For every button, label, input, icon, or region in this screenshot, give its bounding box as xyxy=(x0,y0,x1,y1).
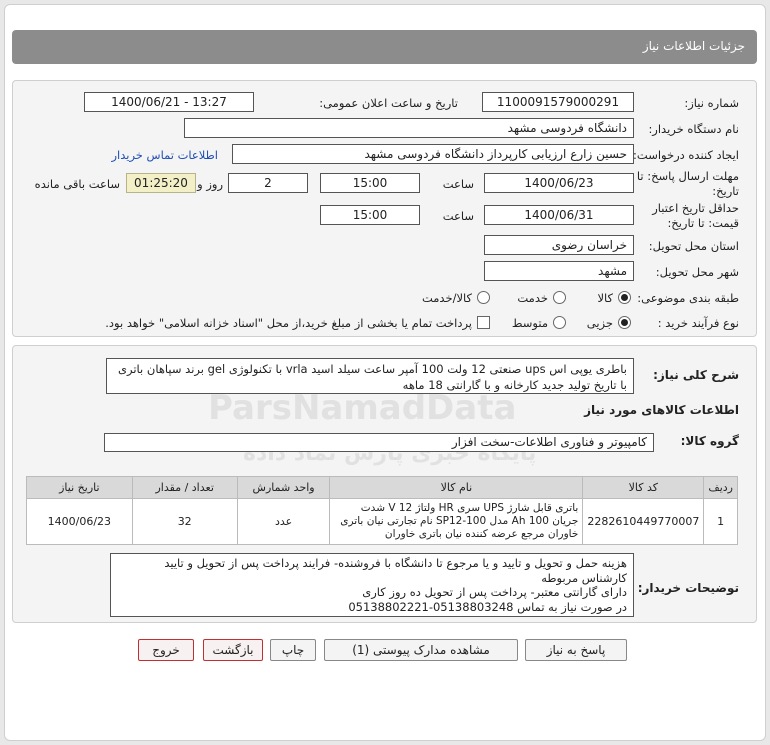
col-header-row-number: ردیف xyxy=(703,476,738,499)
days-field: 2 xyxy=(228,173,308,193)
col-header-code: کد کالا xyxy=(582,476,705,499)
col-header-quantity: تعداد / مقدار xyxy=(131,476,238,499)
summary-label: شرح کلی نیاز: xyxy=(653,368,739,382)
process-radio-medium[interactable] xyxy=(553,316,566,329)
category-option-goods: کالا xyxy=(597,291,613,305)
validity-time-field: 15:00 xyxy=(320,205,420,225)
need-number-field: 1100091579000291 xyxy=(482,92,634,112)
delivery-city-field: مشهد xyxy=(484,261,634,281)
summary-field: باطری یوپی اس ups صنعتی 12 ولت 100 آمپر … xyxy=(106,358,634,394)
cell-row-number: 1 xyxy=(703,498,738,545)
details-panel: شماره نیاز: 1100091579000291 تاریخ و ساع… xyxy=(12,80,757,337)
buyer-notes-field: هزینه حمل و تحویل و تایید و یا مرجوع تا … xyxy=(110,553,634,617)
page-title: جزئیات اطلاعات نیاز xyxy=(642,39,745,53)
goods-panel: ParsNamadData پایگاه خبری پارس نماد داده… xyxy=(12,345,757,623)
category-radio-goods[interactable] xyxy=(618,291,631,304)
goods-table: ردیف کد کالا نام کالا واحد شمارش تعداد /… xyxy=(26,476,738,545)
need-number-label: شماره نیاز: xyxy=(684,96,739,110)
process-option-medium: متوسط xyxy=(511,316,548,330)
buyer-notes-line: دارای گارانتی معتبر- پرداخت پس از تحویل … xyxy=(362,585,627,599)
cell-name: باتری قابل شارژ UPS سری HR ولتاژ 12 V شد… xyxy=(329,498,584,545)
print-button[interactable]: چاپ xyxy=(270,639,316,661)
goods-section-title: اطلاعات کالاهای مورد نیاز xyxy=(584,403,739,417)
table-row: 1 2282610449770007 باتری قابل شارژ UPS س… xyxy=(26,498,738,545)
back-button[interactable]: بازگشت xyxy=(203,639,263,661)
reply-time-field: 15:00 xyxy=(320,173,420,193)
category-option-goods-service: کالا/خدمت xyxy=(421,291,472,305)
delivery-province-field: خراسان رضوی xyxy=(484,235,634,255)
cell-quantity: 32 xyxy=(131,498,238,545)
cell-unit: عدد xyxy=(236,498,331,545)
attachments-button[interactable]: مشاهده مدارک پیوستی (1) xyxy=(324,639,518,661)
reply-button[interactable]: پاسخ به نیاز xyxy=(525,639,627,661)
reply-deadline-label: مهلت ارسال پاسخ: تا xyxy=(636,169,739,183)
cell-code: 2282610449770007 xyxy=(582,498,705,545)
delivery-city-label: شهر محل تحویل: xyxy=(655,265,739,279)
category-radio-service[interactable] xyxy=(553,291,566,304)
cell-date: 1400/06/23 xyxy=(26,498,133,545)
col-header-unit: واحد شمارش xyxy=(236,476,331,499)
category-option-service: خدمت xyxy=(517,291,548,305)
goods-group-field: کامپیوتر و فناوری اطلاعات-سخت افزار xyxy=(104,433,654,452)
watermark: ParsNamadData xyxy=(208,388,517,428)
remaining-label: ساعت باقی مانده xyxy=(34,177,120,191)
exit-button[interactable]: خروج xyxy=(138,639,194,661)
table-header-row: ردیف کد کالا نام کالا واحد شمارش تعداد /… xyxy=(26,476,738,499)
page-header: جزئیات اطلاعات نیاز xyxy=(12,30,757,64)
validity-label-2: قیمت: تا تاریخ: xyxy=(667,216,739,230)
goods-group-label: گروه کالا: xyxy=(680,434,739,448)
creator-label: ایجاد کننده درخواست: xyxy=(633,148,739,162)
category-radio-goods-service[interactable] xyxy=(477,291,490,304)
treasury-note: پرداخت تمام یا بخشی از مبلغ خرید،از محل … xyxy=(105,316,472,330)
process-radio-minor[interactable] xyxy=(618,316,631,329)
reply-time-label: ساعت xyxy=(442,177,474,191)
buyer-org-label: نام دستگاه خریدار: xyxy=(648,122,739,136)
creator-field: حسین زارع ارزیابی کارپرداز دانشگاه فردوس… xyxy=(232,144,634,164)
buyer-notes-label: توضیحات خریدار: xyxy=(637,581,739,595)
reply-deadline-label-2: تاریخ: xyxy=(712,184,739,198)
col-header-date: تاریخ نیاز xyxy=(26,476,133,499)
process-label: نوع فرآیند خرید : xyxy=(657,316,739,330)
announce-label: تاریخ و ساعت اعلان عمومی: xyxy=(319,96,458,110)
validity-time-label: ساعت xyxy=(442,209,474,223)
buyer-notes-line: در صورت نیاز به تماس 05138803248-0513880… xyxy=(348,599,627,614)
buyer-org-field: دانشگاه فردوسی مشهد xyxy=(184,118,634,138)
validity-label: حداقل تاریخ اعتبار xyxy=(652,201,739,215)
delivery-province-label: استان محل تحویل: xyxy=(648,239,739,253)
reply-date-field: 1400/06/23 xyxy=(484,173,634,193)
remaining-timer: 01:25:20 xyxy=(126,173,196,193)
col-header-name: نام کالا xyxy=(329,476,584,499)
process-option-minor: جزیی xyxy=(586,316,613,330)
category-label: طبقه بندی موضوعی: xyxy=(637,291,739,305)
days-label: روز و xyxy=(197,177,223,191)
buyer-notes-line: هزینه حمل و تحویل و تایید و یا مرجوع تا … xyxy=(164,556,627,585)
validity-date-field: 1400/06/31 xyxy=(484,205,634,225)
buyer-contact-link[interactable]: اطلاعات تماس خریدار xyxy=(111,148,218,162)
announce-field: 1400/06/21 - 13:27 xyxy=(84,92,254,112)
treasury-checkbox[interactable] xyxy=(477,316,490,329)
